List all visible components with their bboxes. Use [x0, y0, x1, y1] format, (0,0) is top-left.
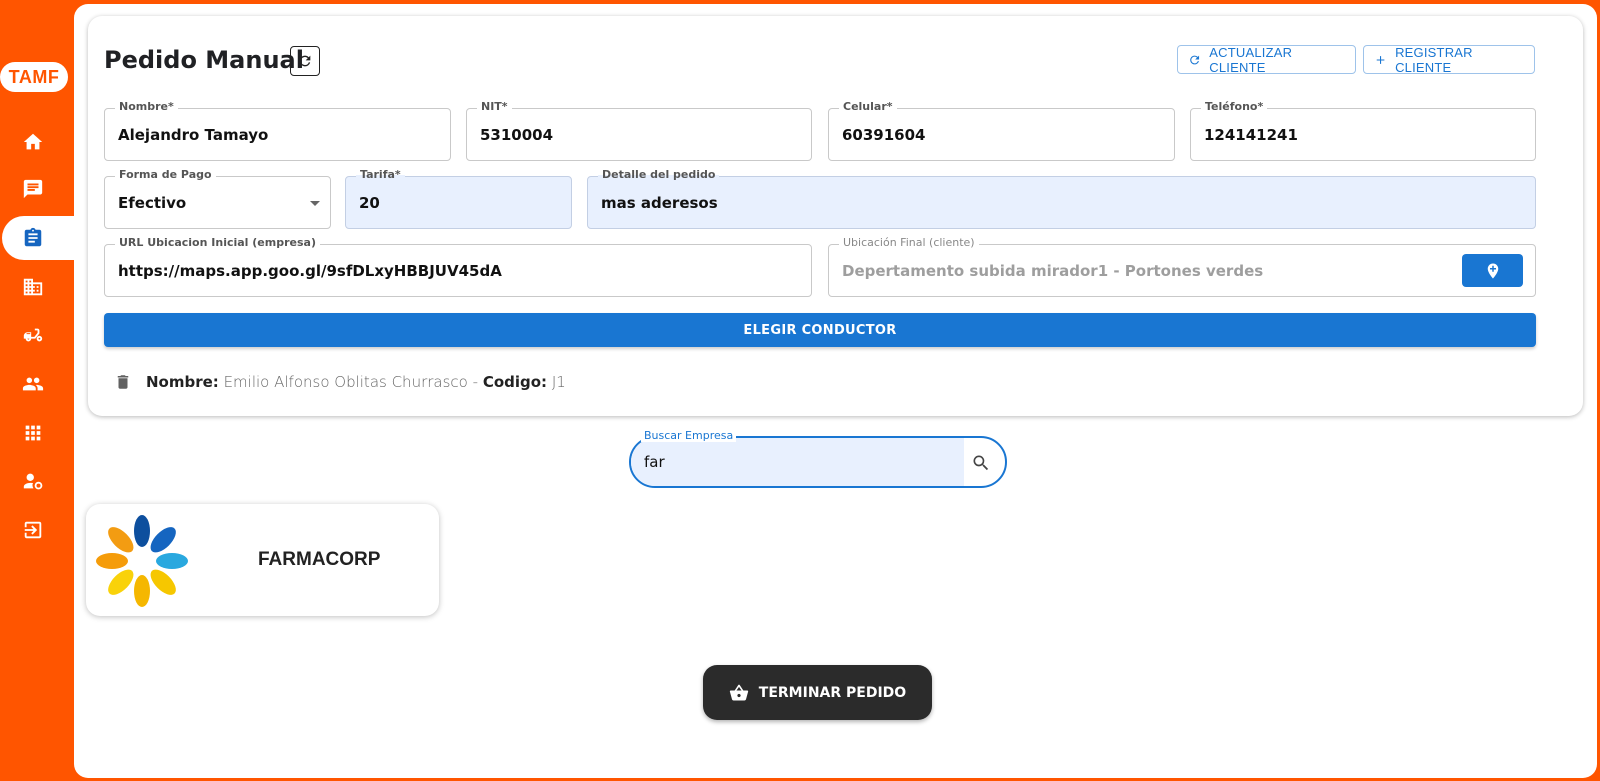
forma-pago-label: Forma de Pago — [115, 168, 216, 181]
detalle-label: Detalle del pedido — [598, 168, 720, 181]
tarifa-label: Tarifa* — [356, 168, 405, 181]
company-search-input[interactable]: Buscar Empresa far — [629, 429, 1007, 488]
plus-icon — [1376, 55, 1385, 64]
order-form-card: Pedido Manual ACTUALIZAR CLIENTE REGISTR… — [88, 16, 1583, 416]
grid-icon — [25, 425, 41, 441]
finish-order-button[interactable]: TERMINAR PEDIDO — [703, 665, 932, 720]
register-client-button[interactable]: REGISTRAR CLIENTE — [1363, 44, 1535, 75]
clipboard-icon — [24, 227, 42, 247]
nombre-label: Nombre* — [115, 100, 178, 113]
main-panel: Pedido Manual ACTUALIZAR CLIENTE REGISTR… — [74, 4, 1597, 778]
nit-field[interactable]: NIT* 5310004 — [466, 100, 812, 161]
telefono-value: 124141241 — [1204, 126, 1298, 144]
nit-value: 5310004 — [480, 126, 554, 144]
celular-value: 60391604 — [842, 126, 926, 144]
sidebar-item-user-settings[interactable] — [0, 459, 74, 503]
chat-icon — [23, 179, 43, 199]
detalle-field[interactable]: Detalle del pedido mas aderesos — [587, 168, 1536, 229]
company-search-value: far — [644, 453, 665, 471]
sidebar-item-apps[interactable] — [0, 411, 74, 455]
home-icon — [23, 133, 43, 150]
url-ubicacion-field[interactable]: URL Ubicacion Inicial (empresa) https://… — [104, 236, 812, 297]
logout-icon — [24, 521, 42, 539]
delete-icon[interactable] — [114, 372, 132, 392]
sidebar-item-delivery[interactable] — [0, 313, 74, 357]
register-client-label: REGISTRAR CLIENTE — [1395, 44, 1473, 75]
tarifa-field[interactable]: Tarifa* 20 — [345, 168, 572, 229]
refresh-icon — [299, 55, 311, 67]
celular-field[interactable]: Celular* 60391604 — [828, 100, 1175, 161]
telefono-field[interactable]: Teléfono* 124141241 — [1190, 100, 1536, 161]
sidebar-item-home[interactable] — [0, 120, 74, 164]
refresh-icon — [1190, 55, 1200, 64]
update-client-label: ACTUALIZAR CLIENTE — [1209, 44, 1293, 75]
people-icon — [22, 377, 44, 391]
telefono-label: Teléfono* — [1201, 100, 1268, 113]
chevron-down-icon — [310, 201, 320, 206]
page-title: Pedido Manual — [104, 46, 304, 74]
company-search-label: Buscar Empresa — [641, 429, 737, 442]
ubicacion-final-value: Depertamento subida mirador1 - Portones … — [842, 262, 1264, 280]
ubicacion-final-field[interactable]: Ubicación Final (cliente) Depertamento s… — [828, 236, 1536, 297]
sidebar-item-companies[interactable] — [0, 265, 74, 309]
company-card-farmacorp[interactable]: FARMACORP — [86, 504, 439, 616]
reload-button[interactable] — [290, 46, 320, 76]
detalle-value: mas aderesos — [601, 194, 718, 212]
finish-order-label: TERMINAR PEDIDO — [758, 684, 907, 701]
add-location-icon — [1487, 263, 1498, 278]
sidebar-item-orders[interactable] — [2, 216, 74, 260]
basket-icon — [729, 684, 748, 700]
forma-pago-value: Efectivo — [118, 194, 187, 212]
sidebar-item-chat[interactable] — [0, 167, 74, 211]
sidebar: TAMF — [0, 0, 74, 781]
scooter-icon — [23, 328, 43, 342]
forma-pago-select[interactable]: Forma de Pago Efectivo — [104, 168, 331, 229]
building-icon — [23, 278, 43, 296]
sidebar-item-users[interactable] — [0, 362, 74, 406]
tarifa-value: 20 — [359, 194, 380, 212]
pick-location-button[interactable] — [1462, 254, 1523, 287]
ubicacion-final-label: Ubicación Final (cliente) — [839, 236, 979, 249]
search-icon[interactable] — [971, 453, 991, 473]
app-logo: TAMF — [0, 62, 68, 92]
driver-name-value: Emilio Alfonso Oblitas Churrasco - — [223, 373, 479, 391]
company-name: FARMACORP — [258, 549, 381, 570]
selected-driver: Nombre: Emilio Alfonso Oblitas Churrasco… — [114, 372, 566, 392]
sidebar-item-logout[interactable] — [0, 508, 74, 552]
url-ubicacion-value: https://maps.app.goo.gl/9sfDLxyHBBJUV45d… — [118, 262, 502, 280]
update-client-button[interactable]: ACTUALIZAR CLIENTE — [1177, 44, 1356, 75]
user-settings-icon — [23, 473, 43, 490]
nombre-field[interactable]: Nombre* Alejandro Tamayo — [104, 100, 451, 161]
driver-code-value: J1 — [551, 373, 566, 391]
driver-name-label: Nombre: — [146, 373, 219, 391]
farmacorp-logo — [96, 515, 188, 607]
nombre-value: Alejandro Tamayo — [118, 126, 269, 144]
choose-driver-button[interactable]: ELEGIR CONDUCTOR — [104, 313, 1536, 347]
url-ubicacion-label: URL Ubicacion Inicial (empresa) — [115, 236, 320, 249]
nit-label: NIT* — [477, 100, 512, 113]
celular-label: Celular* — [839, 100, 897, 113]
driver-code-label: Codigo: — [482, 373, 548, 391]
